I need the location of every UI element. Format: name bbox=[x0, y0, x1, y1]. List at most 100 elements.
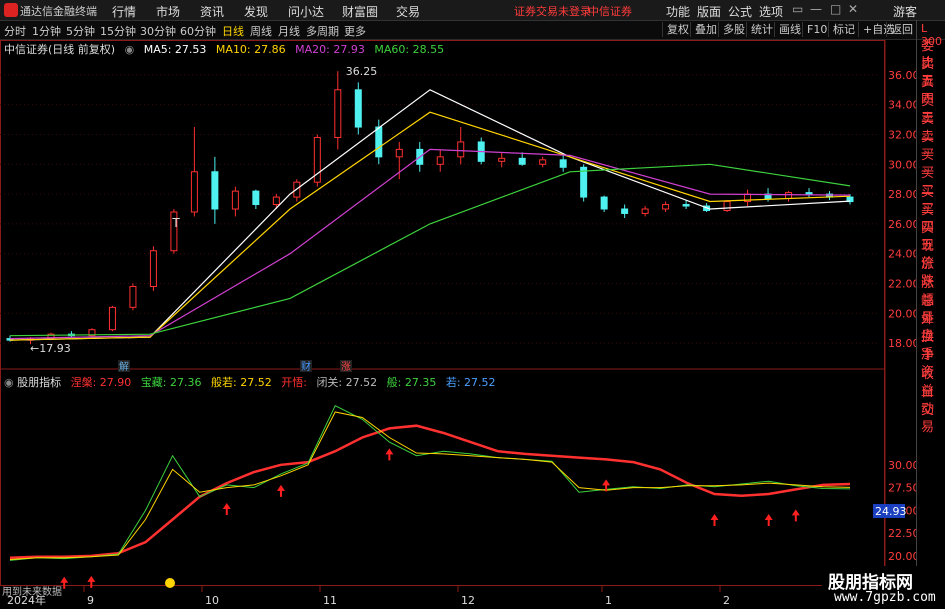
indicator-value: 般: 27.35 bbox=[386, 376, 437, 389]
f10-button[interactable]: F10 bbox=[802, 22, 831, 37]
smiley-icon bbox=[165, 578, 175, 588]
indicator-settings-icon[interactable]: ◉ bbox=[4, 376, 14, 389]
candle-body bbox=[805, 192, 813, 195]
indicator-value: 若: 27.52 bbox=[445, 376, 496, 389]
multi-stock-button[interactable]: 多股 bbox=[718, 22, 749, 37]
candle-body bbox=[129, 285, 137, 308]
adjust-button[interactable]: 复权 bbox=[662, 22, 693, 37]
indicator-value: 开悟: bbox=[281, 376, 307, 389]
indicator-tick-label: 22.50 bbox=[888, 527, 916, 540]
menu-formula[interactable]: 公式 bbox=[728, 3, 752, 20]
buy-arrow-icon bbox=[791, 509, 800, 522]
candle-body bbox=[252, 190, 260, 206]
menu-wealth[interactable]: 财富圈 bbox=[342, 3, 378, 20]
candle-body bbox=[211, 171, 219, 210]
menu-function[interactable]: 功能 bbox=[666, 3, 690, 20]
app-title: 通达信金融终端 bbox=[20, 5, 97, 18]
tab-5min[interactable]: 5分钟 bbox=[66, 23, 95, 39]
candle-body bbox=[149, 250, 157, 287]
ma60-label: MA60: 28.55 bbox=[374, 43, 445, 56]
settings-icon[interactable]: ◉ bbox=[125, 43, 135, 56]
menu-quotes[interactable]: 行情 bbox=[112, 3, 136, 20]
time-tick-label: 9 bbox=[87, 594, 94, 607]
price-tick-label: 28.00 bbox=[888, 188, 916, 201]
close-icon[interactable]: ✕ bbox=[848, 2, 858, 16]
price-tick-label: 22.00 bbox=[888, 278, 916, 291]
tab-monthly[interactable]: 月线 bbox=[278, 23, 300, 39]
candle-body bbox=[395, 148, 403, 158]
tab-timeshare[interactable]: 分时 bbox=[4, 23, 26, 39]
time-tick-label: 11 bbox=[323, 594, 337, 607]
minimize-icon[interactable]: ▭ bbox=[792, 2, 803, 16]
current-value-label: 24.93 bbox=[875, 505, 907, 518]
candle-body bbox=[518, 157, 526, 165]
event-mark: 涨 bbox=[341, 361, 351, 373]
price-tick-label: 18.00 bbox=[888, 337, 916, 350]
future-data-note: 用到未来数据 bbox=[2, 587, 62, 598]
buy-arrow-icon bbox=[764, 513, 773, 526]
t-mark: T bbox=[171, 216, 180, 230]
buy-arrow-icon bbox=[710, 513, 719, 526]
buy-arrow-icon bbox=[222, 503, 231, 516]
window-min-icon[interactable]: — bbox=[810, 2, 822, 16]
indicator-tick-label: 27.50 bbox=[888, 482, 916, 495]
tab-more[interactable]: 更多 bbox=[344, 23, 366, 39]
buy-arrow-icon bbox=[87, 575, 96, 588]
kline-chart[interactable]: 36.25 ←17.93 T 解 财 涨 36.00 34.00 32.00 30.00 28.0… bbox=[0, 40, 916, 609]
candle-body bbox=[272, 196, 280, 206]
tab-60min[interactable]: 60分钟 bbox=[180, 23, 216, 39]
chart-border bbox=[0, 40, 885, 586]
overlay-button[interactable]: 叠加 bbox=[690, 22, 721, 37]
watermark-url: www.7gpzb.com bbox=[834, 590, 936, 605]
price-tick-label: 26.00 bbox=[888, 218, 916, 231]
tab-multi-period[interactable]: 多周期 bbox=[306, 23, 339, 39]
price-tick-label: 36.00 bbox=[888, 69, 916, 82]
event-mark: 财 bbox=[301, 360, 311, 373]
menu-layout[interactable]: 版面 bbox=[697, 3, 721, 20]
candle-body bbox=[723, 201, 731, 211]
maximize-icon[interactable]: □ bbox=[830, 2, 841, 16]
tab-1min[interactable]: 1分钟 bbox=[32, 23, 61, 39]
tab-weekly[interactable]: 周线 bbox=[250, 23, 272, 39]
tab-15min[interactable]: 15分钟 bbox=[100, 23, 136, 39]
candle-body bbox=[785, 192, 793, 200]
indicator-lines bbox=[9, 405, 851, 589]
ma20-label: MA20: 27.93 bbox=[295, 43, 365, 56]
menu-options[interactable]: 选项 bbox=[759, 3, 783, 20]
candles: 36.25 ←17.93 T 解 财 涨 bbox=[6, 65, 854, 373]
tab-daily[interactable]: 日线 bbox=[222, 23, 244, 39]
statistics-button[interactable]: 统计 bbox=[746, 22, 777, 37]
menu-discover[interactable]: 发现 bbox=[244, 3, 268, 20]
indicator-value: 宝藏: 27.36 bbox=[140, 376, 202, 389]
indicator-value: 涅槃: 27.90 bbox=[70, 376, 132, 389]
candle-body bbox=[641, 208, 649, 214]
high-label: 36.25 bbox=[346, 65, 378, 78]
time-tick-label: 2 bbox=[723, 594, 730, 607]
chart-grid bbox=[0, 40, 886, 609]
quote-panel: L 300 委比 卖五 卖四 卖三 卖二 卖一 买一 买二 买三 买四 买五 现价 涨跌 涨幅 总量 外盘 换手… bbox=[916, 20, 945, 609]
time-tick-label: 10 bbox=[205, 594, 219, 607]
tab-30min[interactable]: 30分钟 bbox=[140, 23, 176, 39]
draw-line-button[interactable]: 画线 bbox=[774, 22, 805, 37]
guest-user[interactable]: 游客 bbox=[893, 3, 917, 20]
candle-body bbox=[436, 156, 444, 165]
buy-arrow-icon bbox=[385, 448, 394, 461]
menu-trade[interactable]: 交易 bbox=[396, 3, 420, 20]
menu-news[interactable]: 资讯 bbox=[200, 3, 224, 20]
candle-body bbox=[457, 141, 465, 158]
mark-button[interactable]: 标记 bbox=[828, 22, 859, 37]
menu-ask[interactable]: 问小达 bbox=[288, 3, 324, 20]
app-logo-icon bbox=[4, 3, 18, 17]
login-notice[interactable]: 证券交易未登录 bbox=[514, 3, 591, 19]
time-tick-label: 1 bbox=[605, 594, 612, 607]
candle-body bbox=[375, 126, 383, 158]
price-tick-label: 32.00 bbox=[888, 129, 916, 142]
back-button[interactable]: 返回 bbox=[886, 22, 917, 37]
menu-market[interactable]: 市场 bbox=[156, 3, 180, 20]
indicator-legend: ◉ 股朋指标 涅槃: 27.90 宝藏: 27.36 般若: 27.52 开悟:… bbox=[0, 374, 502, 390]
price-tick-label: 24.00 bbox=[888, 248, 916, 261]
candle-body bbox=[682, 204, 690, 207]
ma-legend: 中信证券(日线 前复权) ◉ MA5: 27.53 MA10: 27.86 MA… bbox=[0, 41, 450, 56]
price-tick-label: 30.00 bbox=[888, 158, 916, 171]
period-toolbar: 分时 1分钟 5分钟 15分钟 30分钟 60分钟 日线 周线 月线 多周期 更… bbox=[0, 21, 945, 40]
